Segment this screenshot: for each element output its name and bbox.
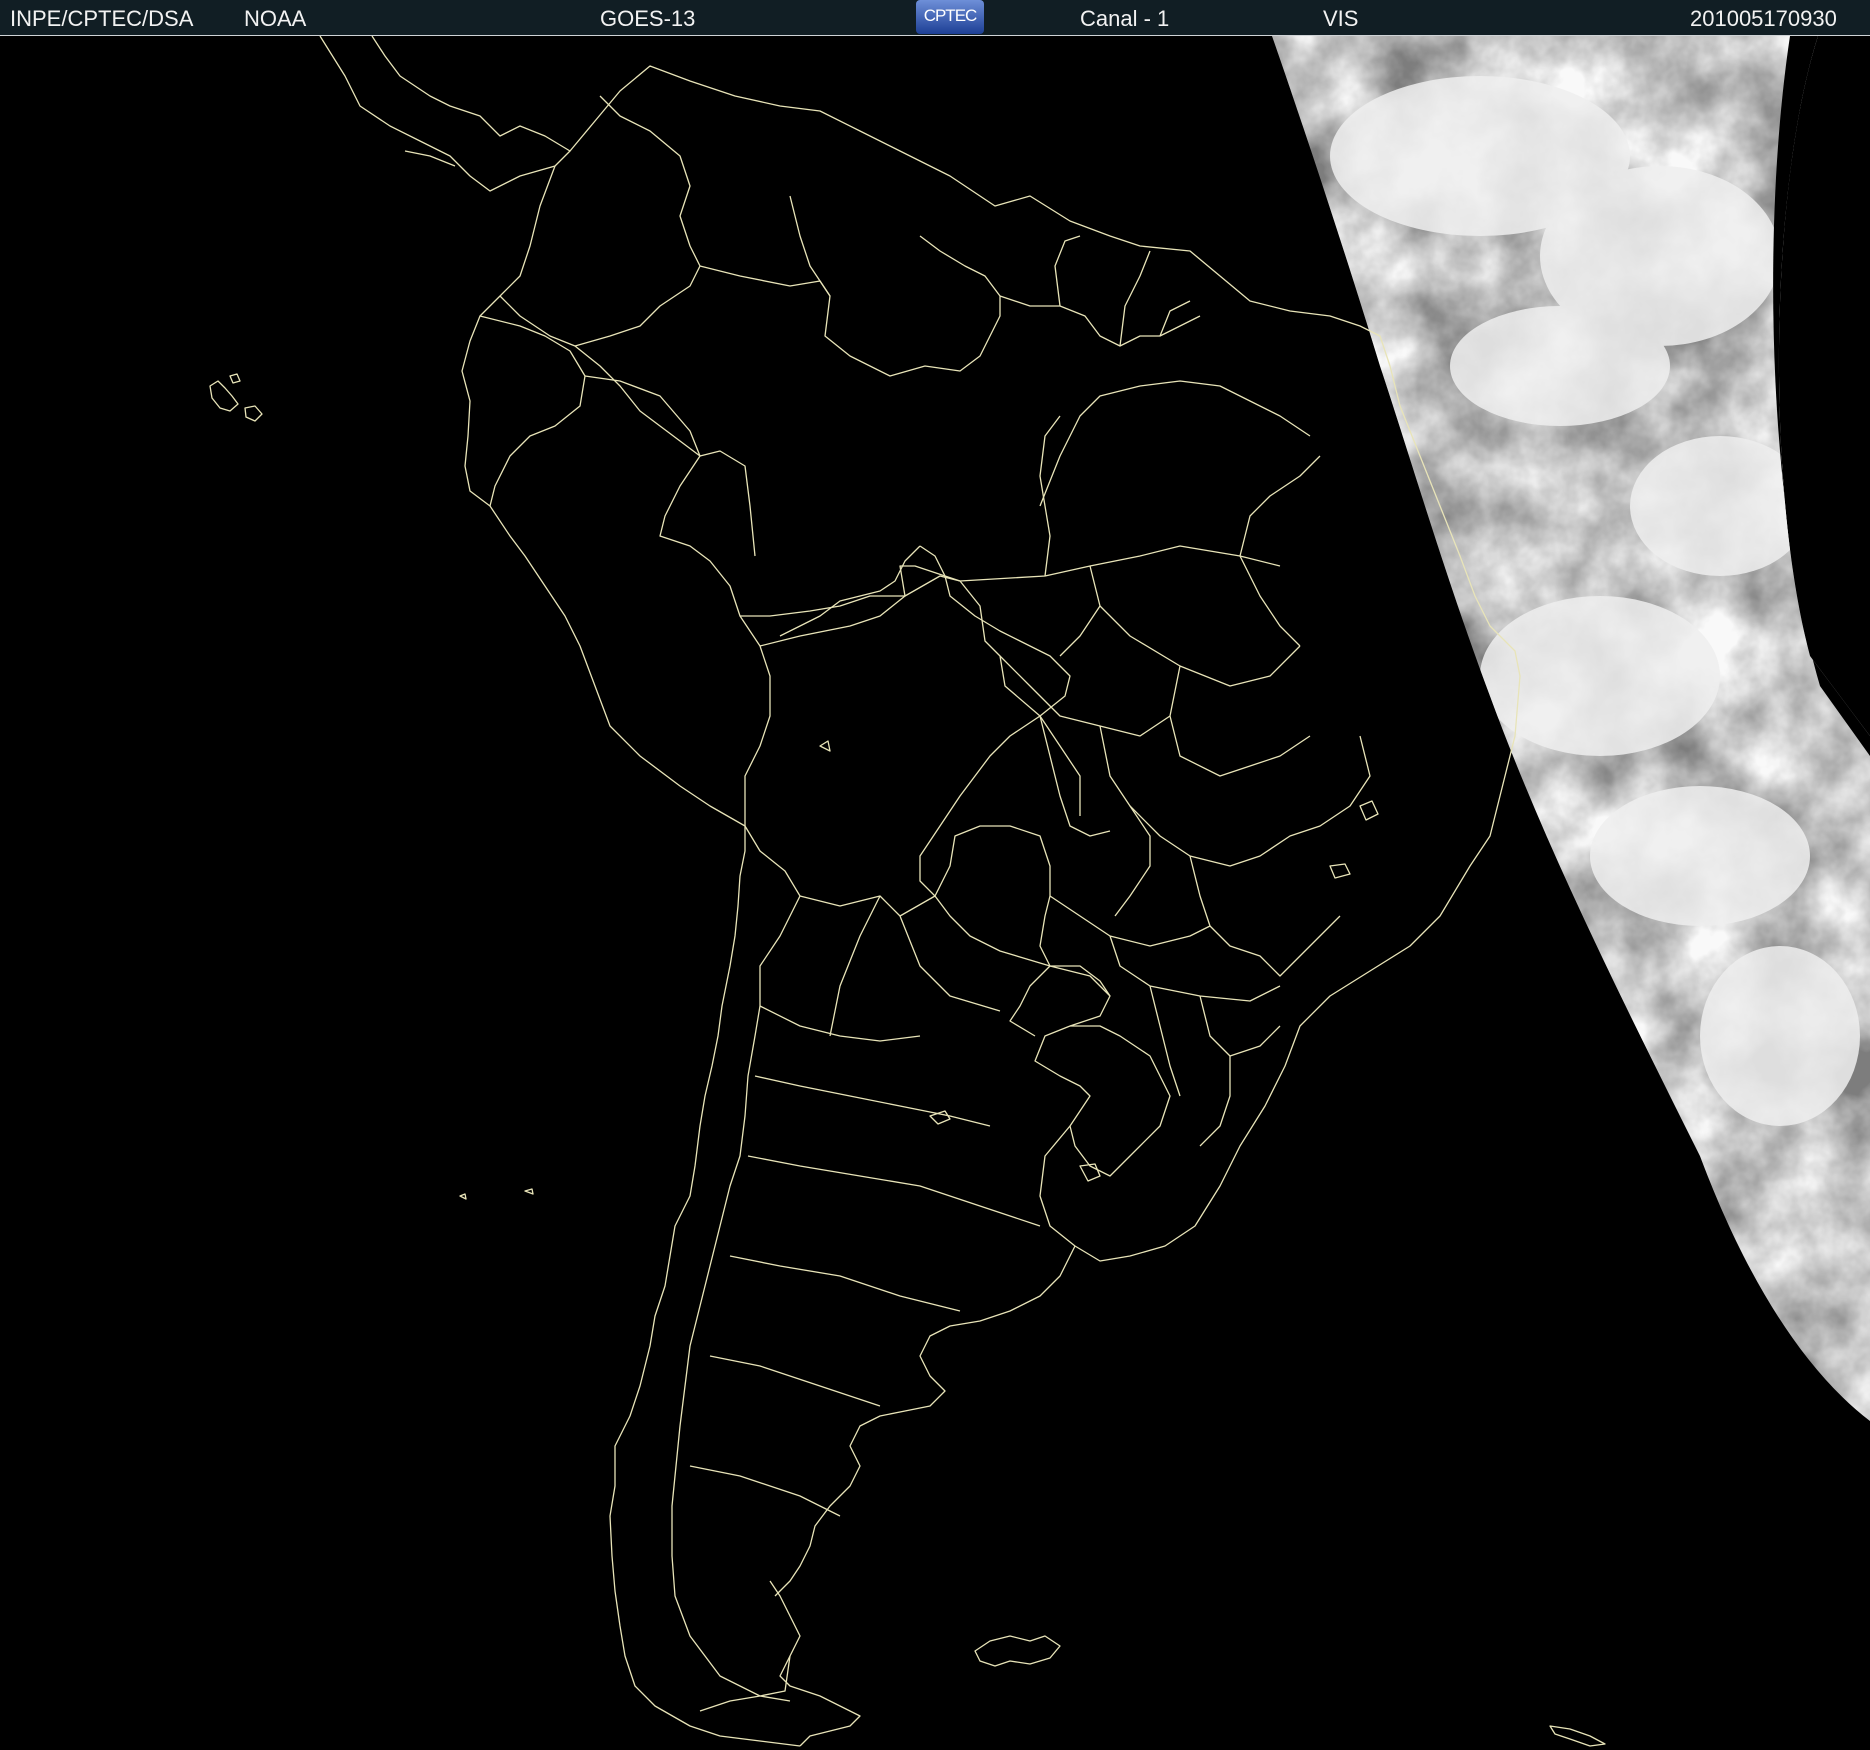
map-canvas xyxy=(209,36,1870,1747)
falkland-islands xyxy=(974,1635,1061,1667)
border-chile-argentina xyxy=(671,825,801,1702)
south-georgia xyxy=(1549,1725,1606,1747)
agency-label: NOAA xyxy=(244,6,307,31)
satellite-map xyxy=(0,36,1870,1750)
border-colombia xyxy=(499,295,756,557)
border-peru xyxy=(584,375,771,826)
galapagos-islands xyxy=(209,373,263,422)
border-venezuela xyxy=(699,235,1001,377)
satellite-label: GOES-13 xyxy=(600,6,696,31)
border-uruguay xyxy=(1069,1025,1171,1177)
timestamp-label: 201005170930 xyxy=(1690,6,1837,31)
border-ecuador xyxy=(479,315,586,507)
band-label: VIS xyxy=(1323,6,1359,31)
cloud-imagery xyxy=(1272,36,1870,1421)
cptec-logo: CPTEC xyxy=(916,0,984,34)
border-guyanas xyxy=(999,295,1201,347)
state-borders xyxy=(759,545,1281,647)
border-brazil-bolivia xyxy=(740,565,1111,837)
channel-label: Canal - 1 xyxy=(1080,6,1170,31)
coastline-central-america xyxy=(319,36,571,192)
coastline-pacific xyxy=(461,165,801,1747)
header-bar: INPE/CPTEC/DSA NOAA GOES-13 CPTEC Canal … xyxy=(0,0,1870,36)
border-argentina-bolivia xyxy=(799,895,936,917)
logo-text: CPTEC xyxy=(923,6,978,25)
border-paraguay xyxy=(934,825,1111,997)
producer-label: INPE/CPTEC/DSA xyxy=(10,6,194,31)
